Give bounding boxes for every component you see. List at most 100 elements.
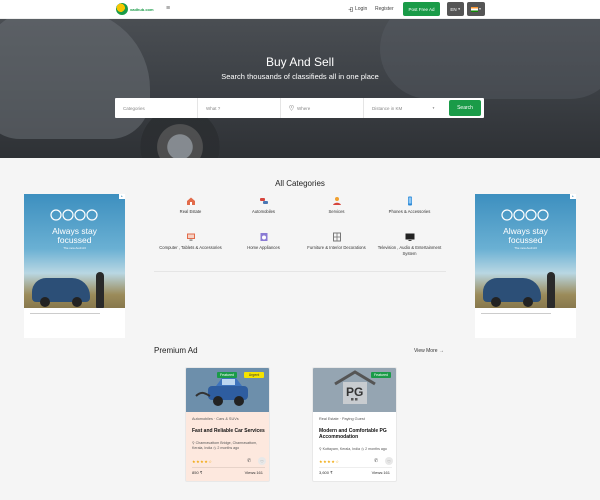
view-more-link[interactable]: View More → — [414, 348, 444, 354]
where-placeholder: Where — [297, 105, 311, 111]
india-flag-icon — [470, 6, 478, 12]
ad-car-image — [483, 278, 541, 307]
login-label: Login — [355, 6, 368, 12]
listing-location: ⚲ Kottayam, Kerala, India ◷ 2 months ago — [319, 447, 387, 451]
urgent-badge: Urgent — [244, 372, 264, 378]
computer-icon — [186, 233, 195, 241]
listing-card[interactable]: Featured Urgent Automobiles · Cars & SUV… — [185, 367, 270, 482]
sidebar-ad-left[interactable]: ▸ Always stay focussed The new Audi A3 — [24, 194, 125, 338]
what-input[interactable]: What ? — [198, 98, 281, 118]
television-icon — [405, 233, 414, 241]
ad-headline: Always stay focussed — [52, 226, 97, 245]
audi-rings-logo — [50, 209, 98, 221]
listing-price: 3,600 ₹ — [319, 470, 333, 475]
category-automobiles[interactable]: Automobiles — [227, 196, 300, 215]
listing-price: 850 ₹ — [192, 470, 203, 475]
logo-text: xadhub.com — [130, 6, 154, 12]
view-more-label: View More — [414, 348, 438, 354]
hero-title: Buy And Sell — [265, 55, 335, 69]
listing-category[interactable]: Automobiles · Cars & SUVs — [192, 417, 239, 421]
phone-icon[interactable]: ✆ — [374, 458, 378, 464]
navbar: xadhub.com ≡ Login Register Post Free Ad… — [0, 0, 600, 19]
listing-views: Views:161 — [244, 470, 263, 475]
featured-badge: Featured — [371, 372, 391, 378]
listing-card[interactable]: PG Featured Real Estate · Paying Guest M… — [312, 367, 397, 482]
menu-icon[interactable]: ≡ — [166, 5, 170, 12]
adchoices-icon[interactable]: ▸ — [119, 194, 125, 199]
category-computers[interactable]: Computer , Tablets & Accessories — [154, 232, 227, 251]
house-icon — [186, 197, 195, 205]
category-label: Automobiles — [251, 209, 276, 214]
audi-rings-logo — [501, 209, 549, 221]
heart-icon[interactable]: ♡ — [258, 457, 266, 465]
category-television[interactable]: Television , Audio & Entertainment Syste… — [373, 232, 446, 257]
card-divider — [192, 467, 265, 468]
phone-icon — [407, 196, 412, 206]
hero-subtitle: Search thousands of classifieds all in o… — [221, 72, 379, 81]
listing-views: Views:161 — [371, 470, 390, 475]
where-input[interactable]: Where — [281, 98, 364, 118]
sidebar-ad-right[interactable]: ▸ Always stay focussed The new Audi A3 — [475, 194, 576, 338]
post-free-ad-button[interactable]: Post Free Ad — [403, 2, 440, 16]
category-label: Phones & Accessories — [388, 209, 431, 214]
category-label: Real Estate — [179, 209, 202, 214]
distance-select[interactable]: Distance in KM ▼ — [364, 98, 441, 118]
category-services[interactable]: Services — [300, 196, 373, 215]
category-label: Services — [328, 209, 345, 214]
category-label: Computer , Tablets & Accessories — [159, 245, 222, 250]
arrow-right-icon: → — [438, 348, 444, 354]
category-label: Television , Audio & Entertainment Syste… — [377, 245, 442, 256]
listing-location: ⚲ Chamravattom Bridge, Chamravattom, Ker… — [192, 441, 258, 450]
adchoices-icon[interactable]: ▸ — [570, 194, 576, 199]
category-label: Furniture & Interior Decorations — [307, 245, 366, 250]
category-real-estate[interactable]: Real Estate — [154, 196, 227, 215]
search-bar: Categories What ? Where Distance in KM ▼… — [115, 98, 484, 118]
phone-icon[interactable]: ✆ — [247, 458, 251, 464]
listing-category[interactable]: Real Estate · Paying Guest — [319, 417, 365, 421]
cars-icon — [259, 198, 268, 204]
login-link[interactable]: Login — [348, 6, 367, 12]
category-home-appliances[interactable]: Home Appliances — [227, 232, 300, 251]
appliance-icon — [260, 233, 267, 241]
location-pin-icon — [289, 105, 294, 111]
location-pin-icon: ⚲ — [192, 441, 195, 445]
categories-heading: All Categories — [275, 179, 325, 188]
ad-car-image — [32, 278, 90, 307]
categories-select[interactable]: Categories — [115, 98, 198, 118]
ad-headline: Always stay focussed — [503, 226, 548, 245]
star-rating: ★★★★☆ — [192, 459, 213, 464]
chevron-down-icon: ▼ — [432, 106, 435, 110]
login-icon — [348, 6, 353, 12]
listing-title[interactable]: Modern and Comfortable PG Accommodation — [319, 428, 393, 440]
furniture-icon — [332, 232, 341, 242]
clock-icon: ◷ — [361, 447, 365, 451]
category-label: Home Appliances — [247, 245, 280, 250]
heart-icon[interactable]: ♡ — [385, 457, 393, 465]
chevron-down-icon: ▼ — [478, 7, 482, 11]
ad-person-image — [96, 272, 104, 308]
chevron-down-icon: ▼ — [457, 7, 461, 11]
listing-title[interactable]: Fast and Reliable Car Services — [192, 428, 266, 434]
site-logo[interactable]: xadhub.com — [116, 3, 154, 15]
country-select[interactable]: ▼ — [467, 2, 485, 16]
location-pin-icon: ⚲ — [319, 447, 322, 451]
star-rating: ★★★★☆ — [319, 459, 340, 464]
ad-person-image — [547, 272, 555, 308]
logo-icon — [116, 3, 128, 15]
language-select[interactable]: EN ▼ — [447, 2, 464, 16]
card-divider — [319, 467, 392, 468]
category-furniture[interactable]: Furniture & Interior Decorations — [300, 232, 373, 251]
premium-ad-heading: Premium Ad — [154, 346, 198, 355]
language-label: EN — [450, 6, 457, 12]
search-button[interactable]: Search — [449, 100, 481, 116]
clock-icon: ◷ — [213, 446, 217, 450]
ad-subtext: The new Audi A3 — [514, 246, 537, 250]
ad-subtext: The new Audi A3 — [63, 246, 86, 250]
hero-banner: Buy And Sell Search thousands of classif… — [0, 19, 600, 158]
section-divider — [154, 271, 446, 272]
featured-badge: Featured — [217, 372, 237, 378]
ad-footer — [475, 308, 576, 338]
services-icon — [332, 197, 341, 205]
category-phones[interactable]: Phones & Accessories — [373, 196, 446, 215]
register-link[interactable]: Register — [375, 6, 394, 12]
